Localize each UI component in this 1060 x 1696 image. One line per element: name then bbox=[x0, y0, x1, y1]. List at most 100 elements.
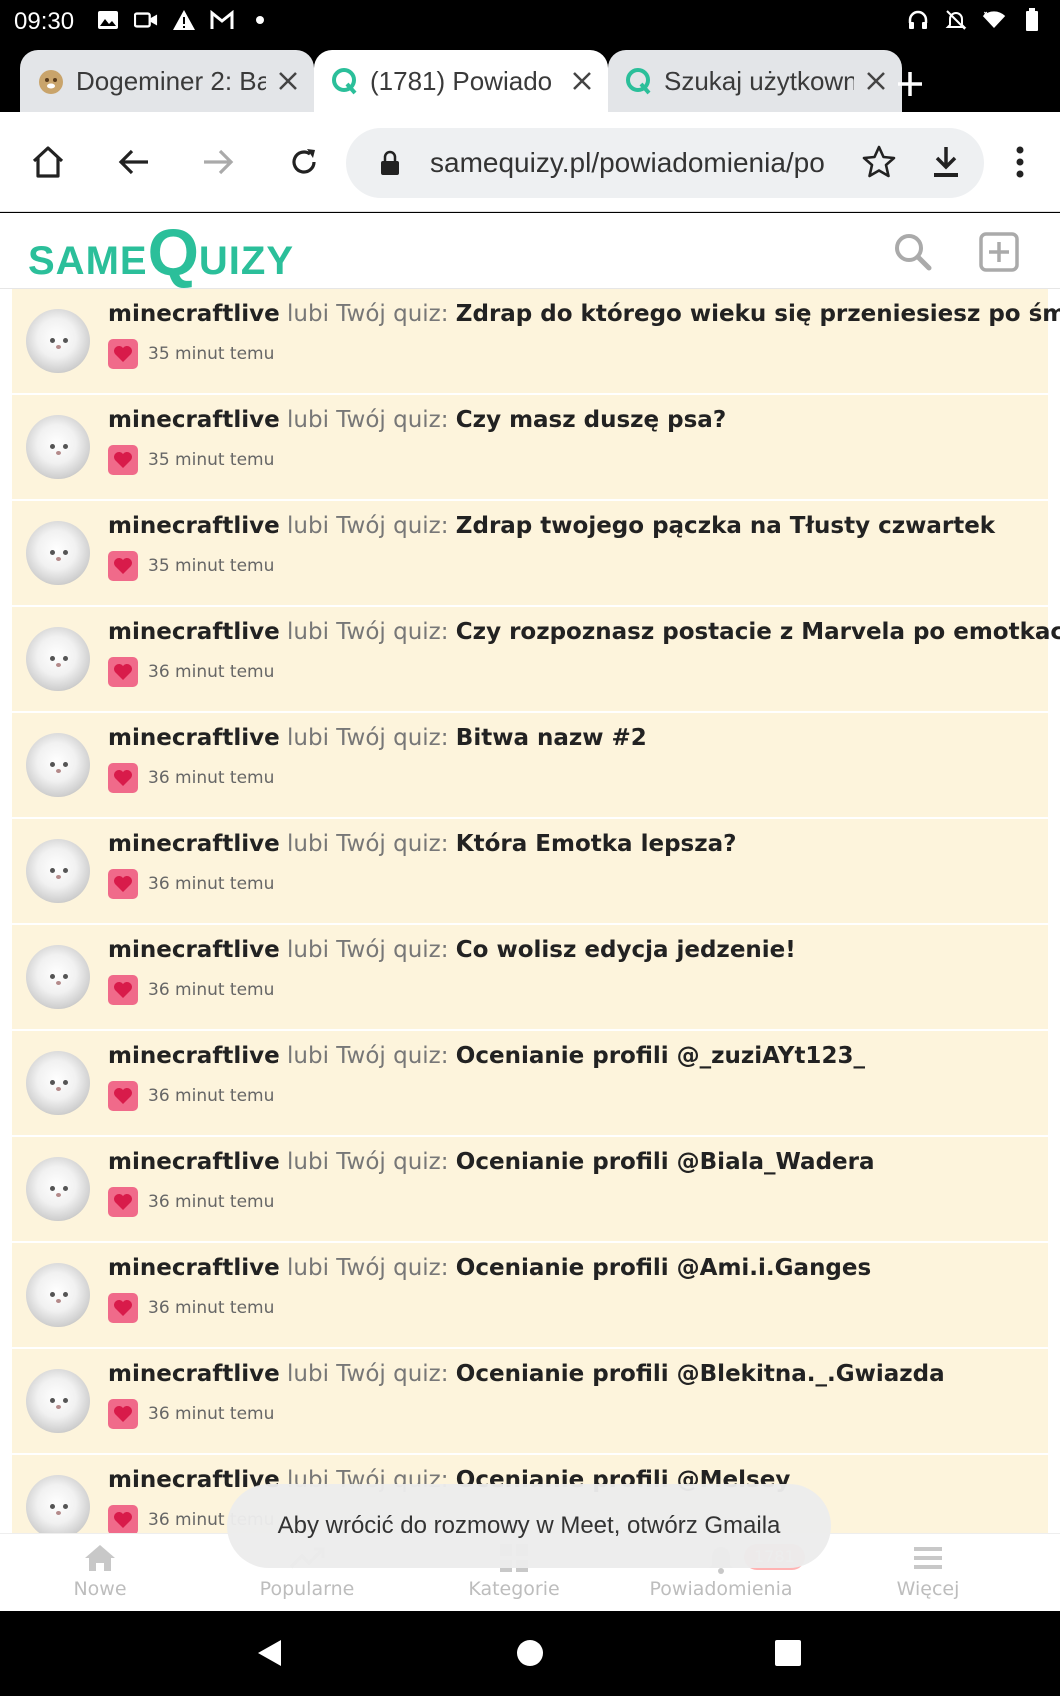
notification-item[interactable]: minecraftlive lubi Twój quiz: Czy masz d… bbox=[12, 395, 1048, 501]
notification-item[interactable]: minecraftlive lubi Twój quiz: Czy rozpoz… bbox=[12, 607, 1060, 713]
notification-text: minecraftlive lubi Twój quiz: Co wolisz … bbox=[108, 937, 796, 963]
heart-icon bbox=[108, 551, 138, 581]
heart-icon bbox=[108, 657, 138, 687]
notification-item[interactable]: minecraftlive lubi Twój quiz: Co wolisz … bbox=[12, 925, 1048, 1031]
new-tab-icon[interactable] bbox=[890, 64, 930, 104]
notification-user[interactable]: minecraftlive bbox=[108, 513, 280, 539]
nav-wiecej[interactable]: Więcej bbox=[828, 1540, 1028, 1608]
avatar[interactable] bbox=[26, 627, 90, 691]
add-quiz-icon[interactable] bbox=[978, 231, 1020, 273]
notification-action: lubi Twój quiz: bbox=[287, 1255, 449, 1281]
notification-item[interactable]: minecraftlive lubi Twój quiz: Która Emot… bbox=[12, 819, 1048, 925]
browser-tab-strip: Dogeminer 2: Ba (1781) Powiado Szukaj uż… bbox=[0, 44, 1060, 112]
samequizy-favicon-icon bbox=[624, 66, 654, 96]
notification-item[interactable]: minecraftlive lubi Twój quiz: Zdrap twoj… bbox=[12, 501, 1048, 607]
nav-nowe[interactable]: Nowe bbox=[0, 1540, 200, 1608]
avatar[interactable] bbox=[26, 1475, 90, 1533]
tab-dogeminer[interactable]: Dogeminer 2: Ba bbox=[20, 50, 314, 112]
notification-quiz-title[interactable]: Która Emotka lepsza? bbox=[456, 831, 737, 857]
notification-user[interactable]: minecraftlive bbox=[108, 1043, 280, 1069]
notification-quiz-title[interactable]: Zdrap do którego wieku się przeniesiesz … bbox=[456, 301, 1060, 327]
tab-powiadomienia[interactable]: (1781) Powiado bbox=[314, 50, 608, 112]
forward-icon[interactable] bbox=[194, 138, 242, 186]
close-tab-icon[interactable] bbox=[274, 67, 302, 95]
notification-quiz-title[interactable]: Ocenianie profili @_zuziAYt123_ bbox=[456, 1043, 865, 1069]
avatar[interactable] bbox=[26, 1157, 90, 1221]
url-text: samequizy.pl/powiadomienia/po bbox=[430, 147, 825, 178]
notification-text: minecraftlive lubi Twój quiz: Ocenianie … bbox=[108, 1149, 875, 1175]
notification-user[interactable]: minecraftlive bbox=[108, 619, 280, 645]
more-vert-icon[interactable] bbox=[1000, 138, 1040, 186]
avatar[interactable] bbox=[26, 733, 90, 797]
notification-item[interactable]: minecraftlive lubi Twój quiz: Ocenianie … bbox=[12, 1137, 1048, 1243]
notification-meta: 35 minut temu bbox=[108, 445, 274, 475]
lock-icon bbox=[380, 150, 400, 180]
notification-time: 36 minut temu bbox=[148, 1298, 275, 1318]
notification-action: lubi Twój quiz: bbox=[287, 301, 449, 327]
avatar[interactable] bbox=[26, 1051, 90, 1115]
status-bar: 09:30 bbox=[0, 0, 1060, 44]
avatar[interactable] bbox=[26, 945, 90, 1009]
notification-quiz-title[interactable]: Ocenianie profili @Blekitna._.Gwiazda bbox=[456, 1361, 945, 1387]
notification-user[interactable]: minecraftlive bbox=[108, 407, 280, 433]
notification-quiz-title[interactable]: Co wolisz edycja jedzenie! bbox=[456, 937, 796, 963]
avatar[interactable] bbox=[26, 1263, 90, 1327]
system-recents-icon[interactable] bbox=[766, 1631, 810, 1675]
notification-time: 36 minut temu bbox=[148, 874, 275, 894]
search-icon[interactable] bbox=[892, 231, 934, 273]
samequizy-logo[interactable]: SAME Q UIZY bbox=[28, 215, 294, 287]
reload-icon[interactable] bbox=[280, 138, 328, 186]
notification-quiz-title[interactable]: Czy rozpoznasz postacie z Marvela po emo… bbox=[456, 619, 1060, 645]
notification-quiz-title[interactable]: Zdrap twojego pączka na Tłusty czwartek bbox=[456, 513, 995, 539]
system-back-icon[interactable] bbox=[248, 1631, 292, 1675]
download-icon[interactable] bbox=[930, 144, 962, 184]
notification-meta: 36 minut temu bbox=[108, 869, 274, 899]
home-icon[interactable] bbox=[24, 138, 72, 186]
notification-time: 36 minut temu bbox=[148, 980, 275, 1000]
notification-quiz-title[interactable]: Czy masz duszę psa? bbox=[456, 407, 726, 433]
avatar[interactable] bbox=[26, 309, 90, 373]
heart-icon bbox=[108, 975, 138, 1005]
notification-text: minecraftlive lubi Twój quiz: Zdrap twoj… bbox=[108, 513, 995, 539]
notification-time: 36 minut temu bbox=[148, 768, 275, 788]
system-home-icon[interactable] bbox=[508, 1631, 552, 1675]
notification-user[interactable]: minecraftlive bbox=[108, 1255, 280, 1281]
nav-label: Kategorie bbox=[468, 1578, 560, 1600]
avatar[interactable] bbox=[26, 1369, 90, 1433]
notification-item[interactable]: minecraftlive lubi Twój quiz: Ocenianie … bbox=[12, 1349, 1048, 1455]
notification-quiz-title[interactable]: Ocenianie profili @Biala_Wadera bbox=[456, 1149, 875, 1175]
notification-user[interactable]: minecraftlive bbox=[108, 937, 280, 963]
notification-time: 35 minut temu bbox=[148, 344, 275, 364]
heart-icon bbox=[108, 1187, 138, 1217]
close-tab-icon[interactable] bbox=[568, 67, 596, 95]
notification-item[interactable]: minecraftlive lubi Twój quiz: Ocenianie … bbox=[12, 1031, 1048, 1137]
notification-item[interactable]: minecraftlive lubi Twój quiz: Bitwa nazw… bbox=[12, 713, 1048, 819]
avatar[interactable] bbox=[26, 521, 90, 585]
notification-user[interactable]: minecraftlive bbox=[108, 1149, 280, 1175]
notification-user[interactable]: minecraftlive bbox=[108, 725, 280, 751]
avatar[interactable] bbox=[26, 839, 90, 903]
back-icon[interactable] bbox=[110, 138, 158, 186]
notification-user[interactable]: minecraftlive bbox=[108, 1361, 280, 1387]
notification-action: lubi Twój quiz: bbox=[287, 1149, 449, 1175]
tab-szukaj[interactable]: Szukaj użytkown bbox=[608, 50, 902, 112]
notification-item[interactable]: minecraftlive lubi Twój quiz: Ocenianie … bbox=[12, 1243, 1048, 1349]
avatar[interactable] bbox=[26, 415, 90, 479]
notification-user[interactable]: minecraftlive bbox=[108, 831, 280, 857]
notification-meta: 36 minut temu bbox=[108, 1399, 274, 1429]
notification-quiz-title[interactable]: Bitwa nazw #2 bbox=[456, 725, 647, 751]
notification-action: lubi Twój quiz: bbox=[287, 619, 449, 645]
notification-quiz-title[interactable]: Ocenianie profili @Ami.i.Ganges bbox=[456, 1255, 871, 1281]
notification-text: minecraftlive lubi Twój quiz: Bitwa nazw… bbox=[108, 725, 647, 751]
heart-icon bbox=[108, 1081, 138, 1111]
close-tab-icon[interactable] bbox=[862, 67, 890, 95]
bookmark-star-icon[interactable] bbox=[860, 144, 898, 184]
notification-item[interactable]: minecraftlive lubi Twój quiz: Zdrap do k… bbox=[12, 289, 1060, 395]
notification-text: minecraftlive lubi Twój quiz: Ocenianie … bbox=[108, 1043, 865, 1069]
heart-icon bbox=[108, 445, 138, 475]
notification-action: lubi Twój quiz: bbox=[287, 725, 449, 751]
notification-user[interactable]: minecraftlive bbox=[108, 301, 280, 327]
notification-time: 36 minut temu bbox=[148, 1086, 275, 1106]
doge-favicon-icon bbox=[36, 66, 66, 96]
address-bar[interactable]: samequizy.pl/powiadomienia/po bbox=[346, 128, 984, 198]
